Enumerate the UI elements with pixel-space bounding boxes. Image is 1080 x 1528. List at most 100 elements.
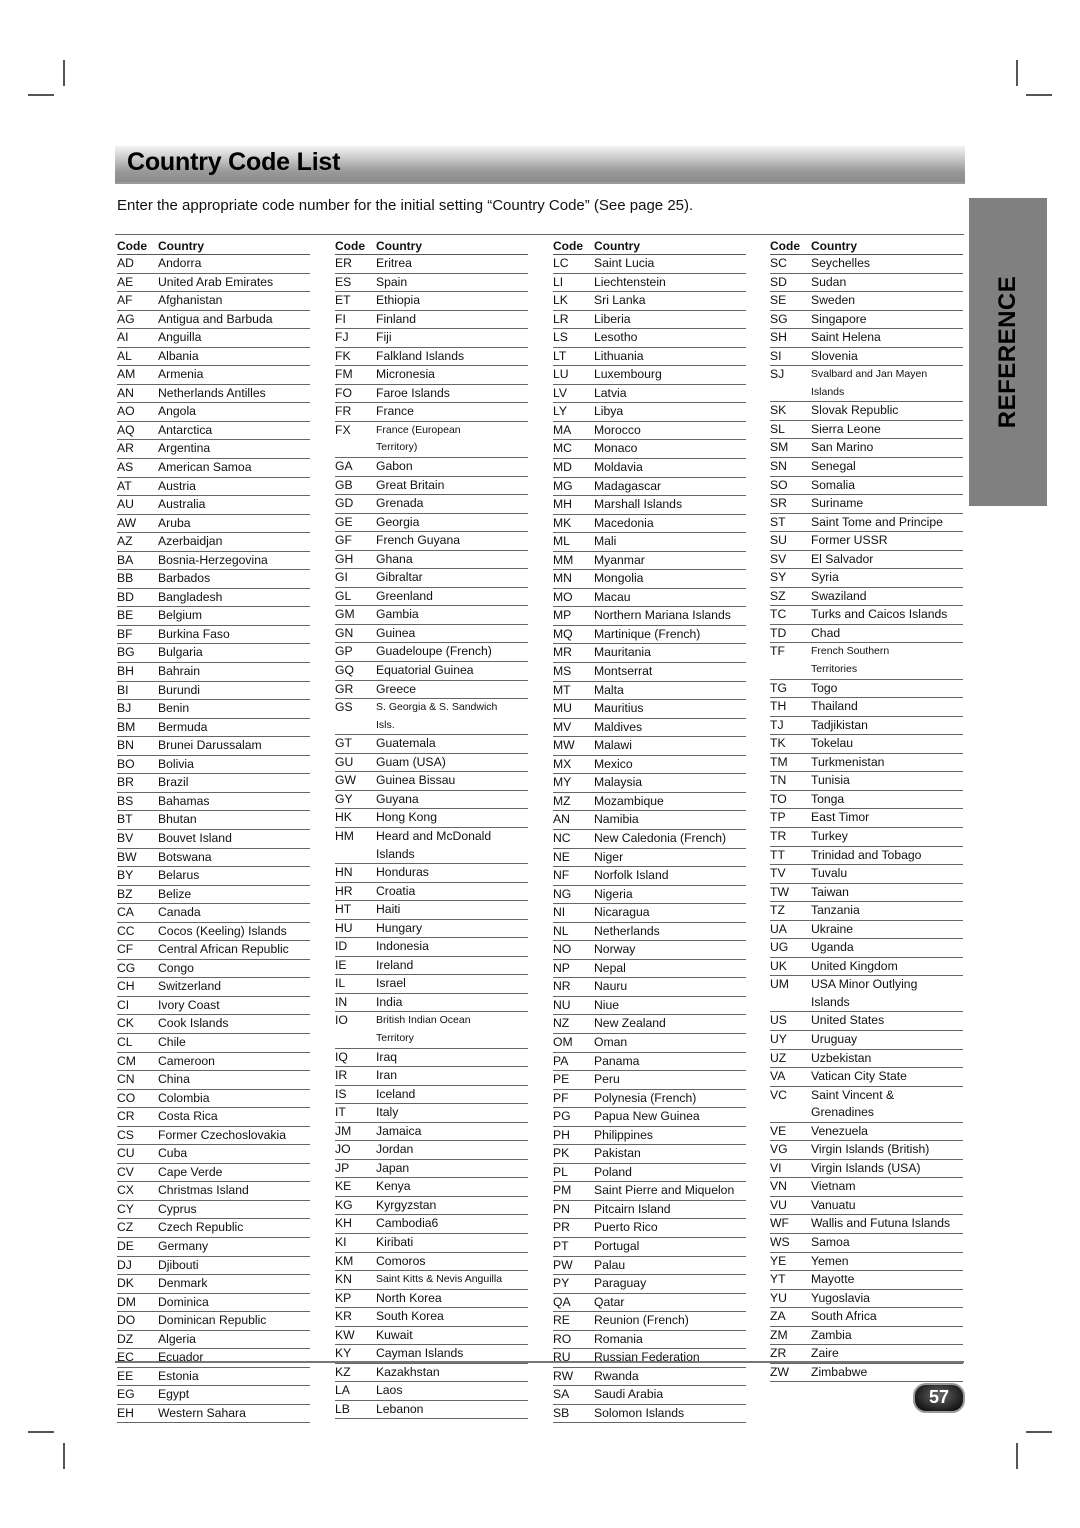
country-row: TC Turks and Caicos Islands [770, 606, 963, 625]
country-code: CX [117, 1183, 134, 1198]
country-code: LS [553, 330, 568, 345]
country-row: MU Mauritius [553, 700, 746, 719]
country-code: PW [553, 1257, 573, 1272]
country-row: BZ Belize [117, 886, 310, 905]
country-name: Fiji [376, 330, 392, 345]
country-code: MY [553, 775, 572, 790]
country-row: CF Central African Republic [117, 941, 310, 960]
section-tab-label: REFERENCE [994, 275, 1021, 429]
country-name: France [376, 404, 414, 419]
country-row: WF Wallis and Futuna Islands [770, 1215, 963, 1234]
country-row: VA Vatican City State [770, 1068, 963, 1087]
country-name: USA Minor Outlying Islands [811, 977, 918, 1009]
country-row: PF Polynesia (French) [553, 1090, 746, 1109]
country-code: PF [553, 1090, 569, 1105]
country-code: GT [335, 736, 352, 751]
country-code: PE [553, 1072, 570, 1087]
country-name: Croatia [376, 883, 416, 898]
country-code: SL [770, 421, 785, 436]
country-name: Saint Pierre and Miquelon [594, 1183, 735, 1198]
country-code: NZ [553, 1016, 570, 1031]
country-name: Chile [158, 1034, 186, 1049]
country-code: AS [117, 460, 134, 475]
country-row: TR Turkey [770, 828, 963, 847]
country-name: Cameroon [158, 1053, 215, 1068]
country-name: Germany [158, 1238, 209, 1253]
country-row: CS Former Czechoslovakia [117, 1127, 310, 1146]
country-code: GL [335, 588, 352, 603]
country-row: EG Egypt [117, 1386, 310, 1405]
country-name: Uganda [811, 940, 854, 955]
country-code: DZ [117, 1331, 134, 1346]
country-name: Antigua and Barbuda [158, 311, 273, 326]
country-code: CC [117, 923, 135, 938]
country-code: SZ [770, 588, 786, 603]
country-row: MZ Mozambique [553, 793, 746, 812]
country-row: IS Iceland [335, 1086, 528, 1105]
country-code: EH [117, 1405, 134, 1420]
country-code: SB [553, 1405, 570, 1420]
country-row: LT Lithuania [553, 348, 746, 367]
country-row: UY Uruguay [770, 1031, 963, 1050]
country-name: Tuvalu [811, 866, 848, 881]
country-name: Belgium [158, 608, 203, 623]
country-name: New Zealand [594, 1016, 666, 1031]
country-name: Paraguay [594, 1276, 647, 1291]
country-name: Lithuania [594, 348, 644, 363]
country-name: Peru [594, 1072, 620, 1087]
country-name: Malaysia [594, 775, 643, 790]
country-name: Puerto Rico [594, 1220, 658, 1235]
country-row: SB Solomon Islands [553, 1405, 746, 1424]
country-code: LK [553, 293, 568, 308]
country-code: TZ [770, 903, 785, 918]
country-code: MS [553, 664, 572, 679]
country-name: French Southern Territories [811, 645, 890, 676]
country-code: IL [335, 976, 346, 991]
country-name: Cook Islands [158, 1016, 229, 1031]
country-name: Western Sahara [158, 1405, 246, 1420]
country-code: RE [553, 1313, 570, 1328]
country-name: Grenada [376, 496, 424, 511]
country-name: Uzbekistan [811, 1050, 872, 1065]
country-code: NI [553, 905, 566, 920]
header-code: Code [770, 239, 800, 253]
country-name: New Caledonia (French) [594, 830, 727, 845]
country-row: BB Barbados [117, 570, 310, 589]
country-code: ZM [770, 1327, 788, 1342]
country-row: SY Syria [770, 569, 963, 588]
country-name: Honduras [376, 865, 429, 880]
country-code: ST [770, 514, 786, 529]
country-name: Thailand [811, 699, 858, 714]
country-row: GF French Guyana [335, 532, 528, 551]
country-code: PM [553, 1183, 572, 1198]
country-row: AQ Antarctica [117, 422, 310, 441]
country-row: GB Great Britain [335, 477, 528, 496]
country-name: Colombia [158, 1090, 210, 1105]
country-name: Macedonia [594, 515, 654, 530]
country-code: BR [117, 775, 134, 790]
country-code: HU [335, 920, 353, 935]
country-row: IQ Iraq [335, 1049, 528, 1068]
country-row: UK United Kingdom [770, 958, 963, 977]
country-name: Kazakhstan [376, 1364, 440, 1379]
country-code: MM [553, 552, 574, 567]
country-code: KM [335, 1253, 354, 1268]
country-row: BM Bermuda [117, 719, 310, 738]
country-name: Ethiopia [376, 293, 421, 308]
country-code: IE [335, 957, 347, 972]
country-row: IN India [335, 994, 528, 1013]
country-code: SM [770, 440, 789, 455]
country-row: CH Switzerland [117, 978, 310, 997]
country-code: SK [770, 403, 787, 418]
country-row: AT Austria [117, 478, 310, 497]
country-row: TP East Timor [770, 809, 963, 828]
country-row: WS Samoa [770, 1234, 963, 1253]
country-code: MA [553, 422, 572, 437]
country-code: UG [770, 940, 789, 955]
country-row: AD Andorra [117, 255, 310, 274]
country-code: MO [553, 589, 573, 604]
country-name: Mali [594, 534, 617, 549]
country-row: BF Burkina Faso [117, 626, 310, 645]
country-row: LK Sri Lanka [553, 292, 746, 311]
country-row: GE Georgia [335, 514, 528, 533]
